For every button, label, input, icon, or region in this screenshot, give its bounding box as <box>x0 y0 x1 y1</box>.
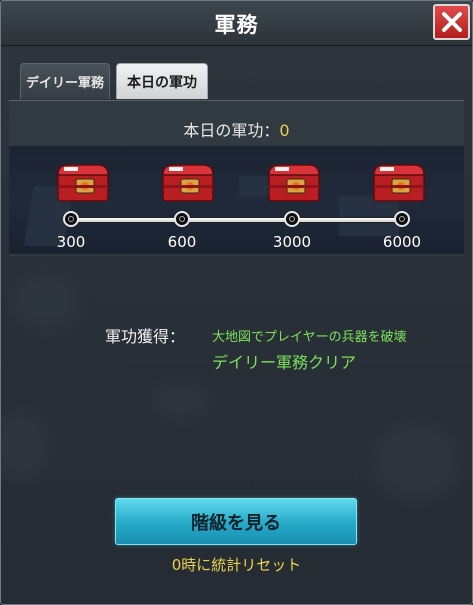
milestone-node <box>63 211 79 227</box>
milestone-label: 6000 <box>382 233 422 251</box>
tab-today-merit[interactable]: 本日の軍功 <box>116 63 208 99</box>
title-bar: 軍務 <box>1 1 472 46</box>
progress-track <box>70 217 402 223</box>
reward-chest-icon[interactable] <box>265 159 323 205</box>
merit-method-destroy: 大地図でプレイヤーの兵器を破壊 <box>212 330 407 345</box>
background-decoration <box>151 381 211 421</box>
view-rank-button-label: 階級を見る <box>191 512 281 534</box>
reset-note: 0時に統計リセット <box>171 556 302 574</box>
milestone-node <box>284 211 300 227</box>
milestone-label: 300 <box>56 233 86 251</box>
today-merit-value: 0 <box>279 121 290 140</box>
military-duty-dialog: 軍務 デイリー軍務 本日の軍功 本日の軍功：0 300 600 3000 600… <box>0 0 473 605</box>
background-decoration <box>11 271 81 331</box>
tab-daily-duty[interactable]: デイリー軍務 <box>20 63 110 99</box>
merit-method-daily: デイリー軍務クリア <box>212 353 357 372</box>
milestone-node <box>394 211 410 227</box>
dialog-title: 軍務 <box>214 13 259 37</box>
today-merit-line: 本日の軍功：0 <box>1 117 472 141</box>
tab-label: デイリー軍務 <box>25 76 104 91</box>
close-button[interactable] <box>433 4 470 40</box>
today-merit-label: 本日の軍功： <box>183 121 280 140</box>
reward-chest-icon[interactable] <box>370 159 428 205</box>
milestone-label: 3000 <box>272 233 312 251</box>
close-icon <box>441 12 462 32</box>
milestone-label: 600 <box>167 233 197 251</box>
tab-label: 本日の軍功 <box>127 74 197 91</box>
reward-chest-icon[interactable] <box>159 159 217 205</box>
background-decoration <box>1 411 51 481</box>
merit-acquire-label: 軍功獲得： <box>105 327 186 346</box>
view-rank-button[interactable]: 階級を見る <box>115 498 357 545</box>
reward-chest-icon[interactable] <box>54 159 112 205</box>
background-decoration <box>371 421 461 501</box>
milestone-node <box>174 211 190 227</box>
